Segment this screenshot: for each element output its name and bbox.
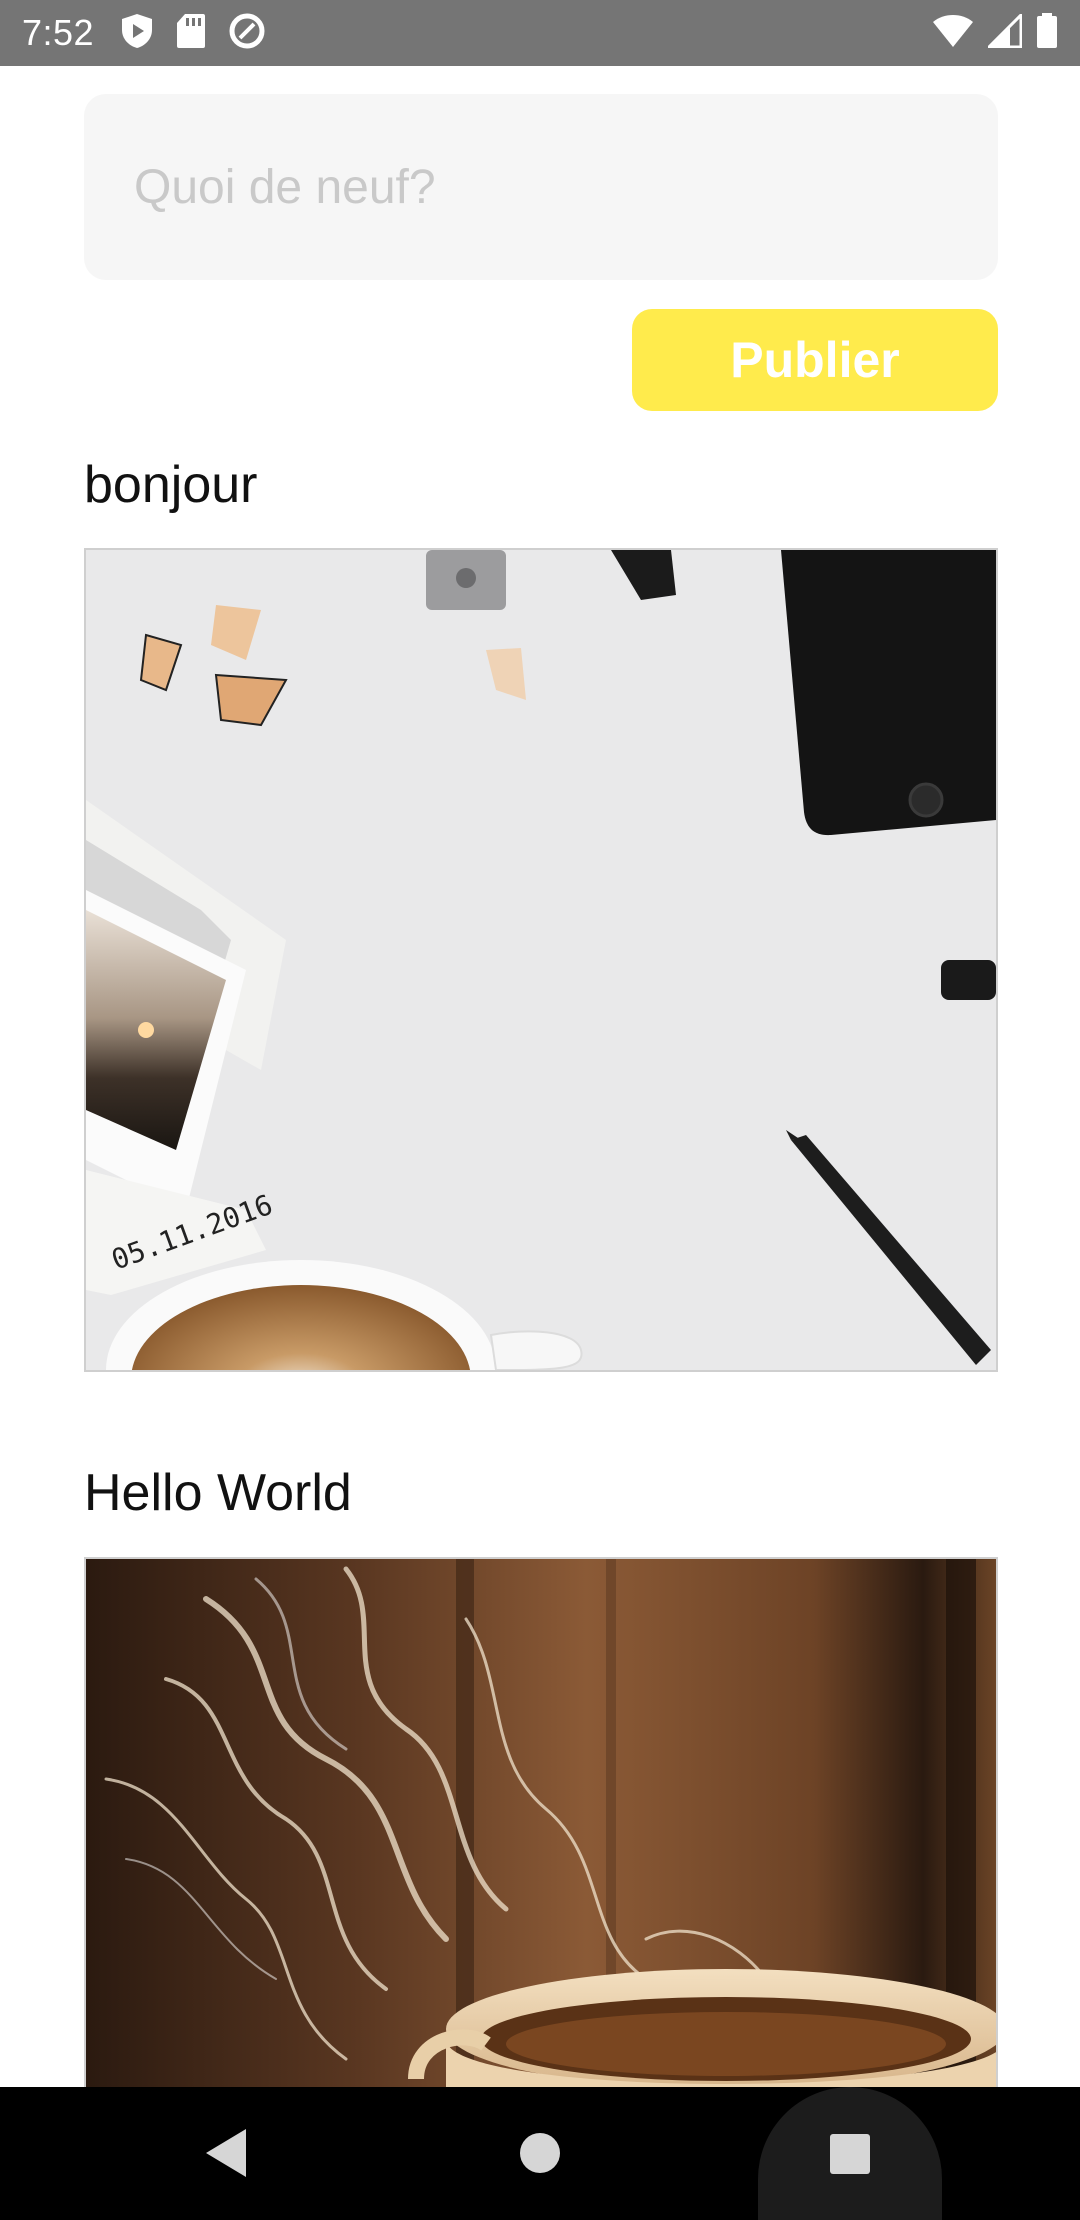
back-button[interactable] [196, 2117, 256, 2189]
app-screen: 7:52 Publier bonjour [0, 0, 1080, 2220]
post-image-coffee[interactable] [84, 1557, 998, 2097]
data-saver-icon [228, 12, 266, 55]
status-right-icons [932, 10, 1058, 54]
navigation-bar [0, 2087, 1080, 2220]
status-bar: 7:52 [0, 0, 1080, 66]
desk-flatlay-photo: 05.11.2016 [86, 550, 996, 1370]
post-title: bonjour [84, 456, 258, 514]
post-text-input[interactable] [84, 94, 998, 280]
post-title: Hello World [84, 1464, 352, 1522]
home-icon [520, 2133, 560, 2173]
publish-button[interactable]: Publier [632, 309, 998, 411]
battery-icon [1036, 12, 1058, 54]
cell-signal-icon [985, 10, 1023, 53]
play-protect-icon [120, 13, 154, 54]
status-left-icons [120, 12, 266, 55]
steaming-coffee-photo [86, 1559, 996, 2095]
status-time: 7:52 [22, 12, 95, 53]
back-icon [206, 2129, 246, 2177]
post-image-desk[interactable]: 05.11.2016 [84, 548, 998, 1372]
recents-button[interactable] [758, 2087, 942, 2220]
sd-card-icon [176, 13, 206, 54]
recents-icon [830, 2133, 870, 2174]
wifi-icon [932, 14, 974, 53]
home-button[interactable] [510, 2123, 570, 2183]
